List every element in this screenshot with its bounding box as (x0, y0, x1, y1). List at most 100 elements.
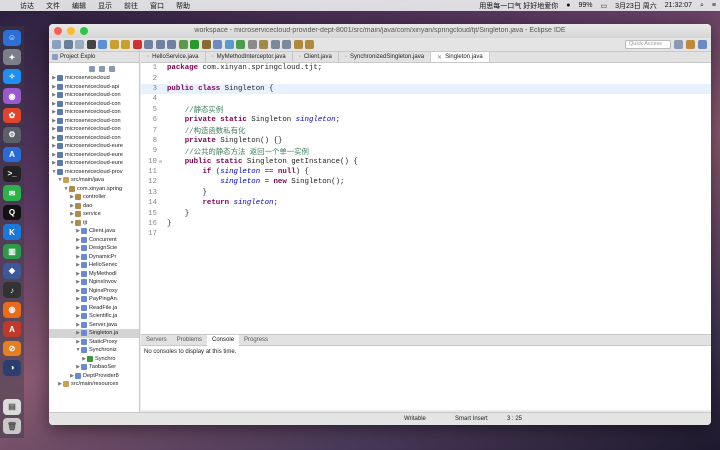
tree-item[interactable]: ▼ microservicecloud-prov (49, 168, 139, 177)
new-icon[interactable] (52, 40, 61, 49)
tree-item[interactable]: ▶ DesignScie (49, 244, 139, 253)
skip-breakpoints-icon[interactable] (109, 40, 119, 49)
menu-edit[interactable]: 编辑 (66, 1, 92, 11)
music-icon[interactable]: ♪ (3, 282, 21, 299)
document-icon[interactable]: ▤ (3, 399, 21, 415)
tree-item[interactable]: ▶ microservicecloud-api (49, 83, 139, 92)
tree-item[interactable]: ▶ HelloServic (49, 261, 139, 270)
tree-item[interactable]: ▶ microservicecloud-eure (49, 159, 139, 168)
tree-item[interactable]: ▼ com.xinyan.spring (49, 185, 139, 194)
tree-item[interactable]: ▶ microservicecloud-eure (49, 142, 139, 151)
tree-item[interactable]: ▶ Concurrent (49, 236, 139, 245)
tab-problems[interactable]: Problems (172, 337, 207, 343)
tree-item[interactable]: ▶ dao (49, 202, 139, 211)
menu-help[interactable]: 帮助 (170, 1, 196, 11)
code-line[interactable]: 13 } (141, 188, 711, 198)
acrobat-icon[interactable]: A (3, 321, 21, 337)
tree-item[interactable]: ▶ Scientific.ja (49, 312, 139, 321)
new-java-project-icon[interactable] (213, 40, 222, 49)
tab-servers[interactable]: Servers (141, 337, 172, 343)
code-line[interactable]: 9 //公共的静态方法 返回一个单一实例 (141, 146, 711, 157)
close-tab-icon[interactable]: ✕ (437, 54, 442, 61)
menu-file[interactable]: 文件 (40, 1, 66, 11)
code-line[interactable]: 12 singleton = new Singleton(); (141, 177, 711, 187)
external-tools-icon[interactable] (201, 40, 211, 49)
collapse-all-icon[interactable] (89, 65, 95, 72)
back-icon[interactable] (293, 40, 303, 49)
code-line[interactable]: 16} (141, 219, 711, 229)
code-line[interactable]: 17 (141, 229, 711, 239)
menubar-date[interactable]: 3月23日 周六 (611, 1, 661, 11)
tree-item[interactable]: ▶ microservicecloud-con (49, 125, 139, 134)
tree-item[interactable]: ▼ tjt (49, 219, 139, 228)
editor-tab[interactable]: ◦ Client.java (293, 52, 339, 62)
code-line[interactable]: 4 (141, 94, 711, 104)
tree-item[interactable]: ▶ NginxInvov (49, 278, 139, 287)
tree-item[interactable]: ▶ microservicecloud-con (49, 117, 139, 126)
firefox-icon[interactable]: ◍ (3, 301, 21, 318)
tree-item[interactable]: ▶ microservicecloud-con (49, 100, 139, 109)
menu-view[interactable]: 显示 (92, 1, 118, 11)
tree-item[interactable]: ▶ MyMethodI (49, 270, 139, 279)
tree-item[interactable]: ▶ Synchro (49, 355, 139, 364)
editor-tab[interactable]: ✕ Singleton.java (431, 52, 490, 62)
resume-icon[interactable] (121, 40, 130, 49)
menu-finder[interactable]: 访达 (14, 1, 40, 11)
tree-item[interactable]: ▼ src/main/java (49, 176, 139, 185)
keynote-icon[interactable]: K (3, 224, 21, 240)
terminal-icon[interactable]: >_ (3, 165, 21, 182)
battery-icon[interactable]: ▭ (596, 2, 611, 10)
run-icon[interactable] (190, 40, 199, 49)
code-line[interactable]: 1 package com.xinyan.springcloud.tjt; (141, 63, 711, 73)
tree-item[interactable]: ▶ controller (49, 193, 139, 202)
print-icon[interactable] (75, 40, 84, 49)
explorer-title[interactable]: Project Explo (60, 54, 95, 60)
step-return-icon[interactable] (167, 40, 176, 49)
tree-item[interactable]: ▶ PayPingAn. (49, 295, 139, 304)
editor-tab[interactable]: ◦ MyMethodInterceptor.java (206, 52, 293, 62)
editor-tab[interactable]: ◦ SynchronizedSingleton.java (339, 52, 432, 62)
code-line[interactable]: 8 private Singleton() {} (141, 136, 711, 146)
wechat-icon[interactable]: ● (562, 2, 574, 9)
launchpad-icon[interactable]: ✦ (3, 49, 21, 66)
numbers-icon[interactable]: ▥ (3, 243, 21, 260)
annotation-prev-icon[interactable] (282, 40, 291, 49)
safari-icon[interactable]: ✧ (3, 68, 21, 85)
tree-item[interactable]: ▶ TaobaoSer (49, 363, 139, 372)
forward-icon[interactable] (305, 40, 314, 49)
finder-icon[interactable]: ☺ (3, 30, 21, 46)
tab-console[interactable]: Console (207, 334, 240, 346)
link-editor-icon[interactable] (99, 65, 105, 72)
menubar-message[interactable]: 用思每一口气 好好地爱你 (475, 1, 562, 11)
tree-item[interactable]: ▶ StaticProxy (49, 338, 139, 347)
appstore-icon[interactable]: A (3, 146, 21, 163)
tree-item[interactable]: ▶ DeptProvider8 (49, 372, 139, 381)
tree-item[interactable]: ▶ microservicecloud (49, 74, 139, 83)
editor-tab[interactable]: ◦ HelloService.java (141, 52, 206, 62)
server-icon[interactable] (98, 40, 107, 49)
terminate-icon[interactable] (132, 40, 142, 49)
java-perspective-icon[interactable] (698, 40, 707, 49)
tree-item[interactable]: ▶ microservicecloud-con (49, 134, 139, 143)
tree-item[interactable]: ▶ NginxProxy (49, 287, 139, 296)
tree-item[interactable]: ▼ Synchroniz (49, 346, 139, 355)
new-package-icon[interactable] (224, 40, 234, 49)
tree-item[interactable]: ▶ src/main/resources (49, 380, 139, 389)
tree-item[interactable]: ▶ microservicecloud-con (49, 108, 139, 117)
wechat-dock-icon[interactable]: ✉ (3, 185, 21, 201)
trash-icon[interactable]: 🗑 (3, 418, 21, 435)
search-toolbar-icon[interactable] (259, 40, 268, 49)
tree-item[interactable]: ▶ service (49, 210, 139, 219)
photos-icon[interactable]: ✿ (3, 107, 21, 124)
debug-config-icon[interactable] (86, 40, 96, 49)
notification-icon[interactable]: ≡ (708, 2, 720, 9)
tree-item[interactable]: ▶ Singleton.ja (49, 329, 139, 338)
step-into-icon[interactable] (144, 40, 153, 49)
battery-percent[interactable]: 99% (574, 2, 596, 9)
save-icon[interactable] (63, 40, 73, 49)
code-line[interactable]: 7 //构造函数私有化 (141, 125, 711, 137)
code-line[interactable]: 3 public class Singleton { (141, 83, 711, 95)
tree-item[interactable]: ▶ Client.java (49, 227, 139, 236)
search-icon[interactable]: ⌕ (696, 2, 708, 10)
tree-item[interactable]: ▶ DynamicPr (49, 253, 139, 262)
